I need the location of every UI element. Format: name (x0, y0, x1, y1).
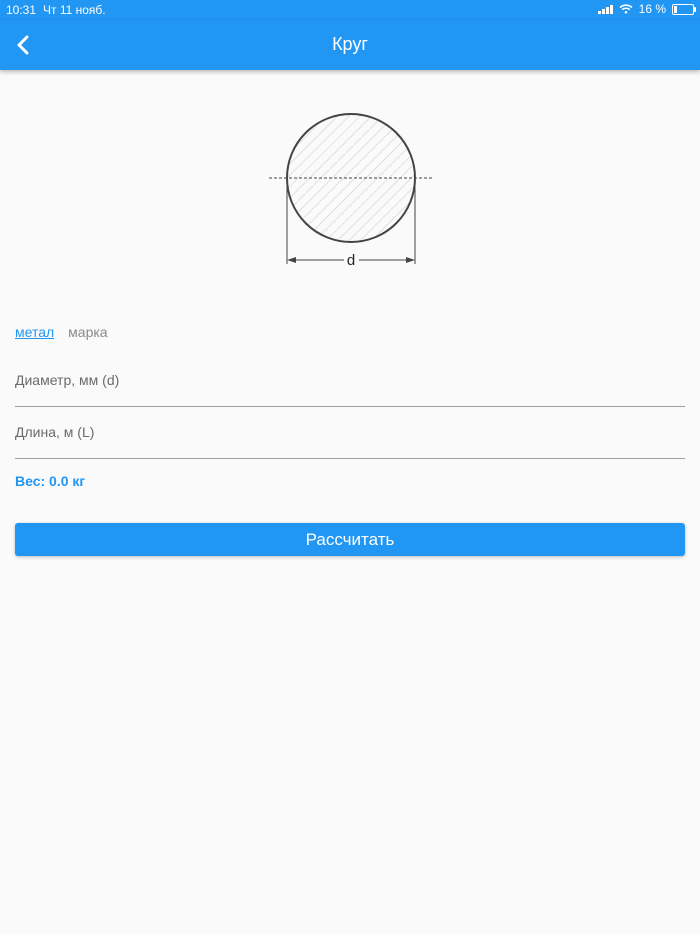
length-input[interactable] (15, 420, 685, 444)
status-bar: 10:31 Чт 11 нояб. 16 % (0, 0, 700, 20)
page-title: Круг (332, 34, 368, 54)
length-field (15, 410, 685, 459)
battery-percent: 16 % (638, 2, 666, 16)
arrow-right (406, 257, 415, 263)
weight-result: Вес: 0.0 кг (15, 473, 86, 489)
arrow-left (287, 257, 296, 263)
material-tabs: метал марка (15, 324, 108, 340)
diameter-input[interactable] (15, 368, 685, 392)
circle-diagram: d (269, 113, 432, 269)
app-bar: Круг (0, 20, 700, 70)
signal-icon (597, 4, 613, 14)
status-indicators: 16 % (597, 2, 696, 16)
status-time: 10:31 (6, 3, 37, 17)
calculate-button[interactable]: Рассчитать (15, 523, 685, 556)
status-date: Чт 11 нояб. (43, 3, 106, 17)
diameter-field (15, 358, 685, 407)
tab-metal[interactable]: метал (15, 324, 54, 340)
tab-grade[interactable]: марка (68, 324, 107, 340)
wifi-icon (619, 4, 633, 14)
battery-icon (672, 3, 696, 15)
dimension-label: d (347, 252, 355, 269)
